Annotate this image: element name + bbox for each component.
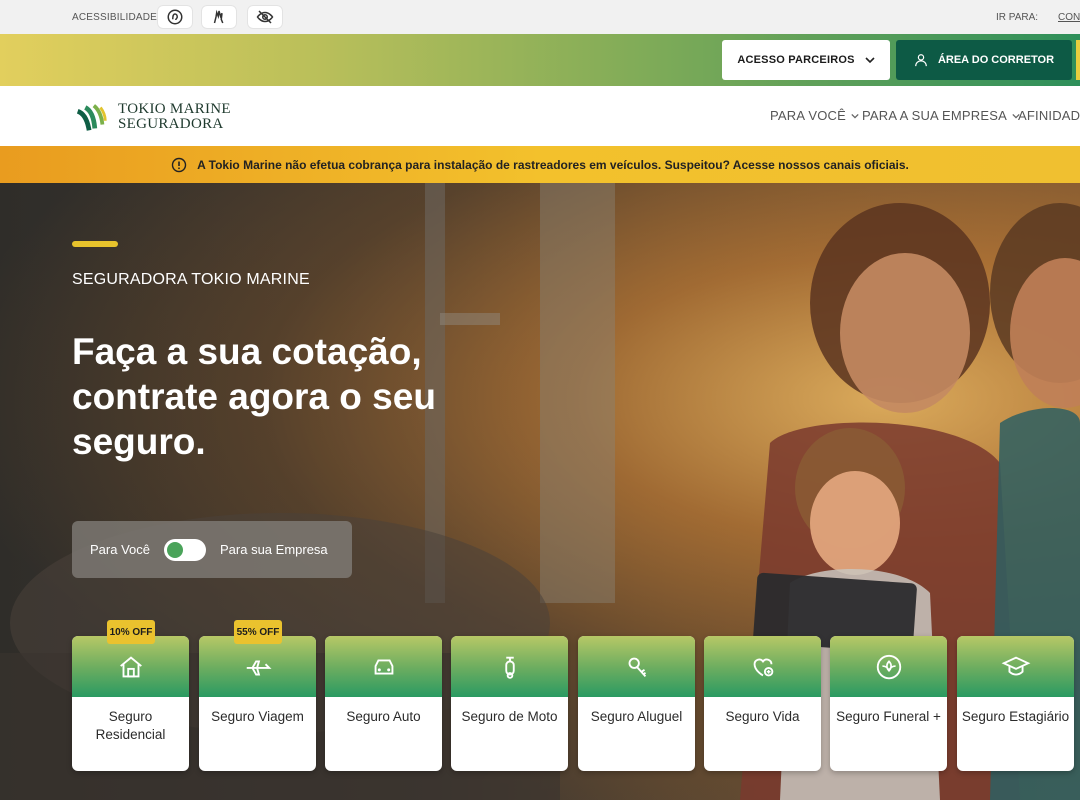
tokio-marine-logo-icon bbox=[73, 99, 109, 135]
hero-accent-bar bbox=[72, 241, 118, 247]
product-card-funeral[interactable]: Seguro Funeral + bbox=[830, 636, 947, 771]
card-label: Seguro Residencial bbox=[95, 709, 166, 742]
nav-item-afinidades[interactable]: AFINIDADES bbox=[1018, 108, 1080, 123]
card-icon-area bbox=[704, 636, 821, 697]
broker-area-button[interactable]: ÁREA DO CORRETOR bbox=[896, 40, 1072, 80]
accessibility-label: ACESSIBILIDADE bbox=[72, 12, 158, 23]
card-icon-area bbox=[451, 636, 568, 697]
sign-language-icon bbox=[213, 9, 224, 24]
card-label: Seguro Auto bbox=[346, 709, 421, 724]
house-icon bbox=[119, 655, 142, 677]
card-icon-area bbox=[830, 636, 947, 697]
card-icon-area bbox=[578, 636, 695, 697]
chevron-down-icon bbox=[851, 113, 859, 119]
logo-line-1: TOKIO MARINE bbox=[118, 101, 231, 117]
heart-plus-icon bbox=[753, 658, 773, 676]
eye-slash-icon bbox=[256, 10, 274, 24]
hero-section: SEGURADORA TOKIO MARINE Faça a sua cotaç… bbox=[0, 183, 1080, 800]
hand-ear-icon bbox=[167, 9, 183, 25]
card-label: Seguro Estagiário bbox=[961, 709, 1070, 724]
nav-item-label: PARA A SUA EMPRESA bbox=[862, 108, 1007, 123]
tokio-marine-logo[interactable]: TOKIO MARINE SEGURADORA bbox=[72, 98, 231, 136]
product-card-moto[interactable]: Seguro de Moto bbox=[451, 636, 568, 771]
discount-badge-residencial: 10% OFF bbox=[107, 620, 155, 644]
security-alert-bar: A Tokio Marine não efetua cobrança para … bbox=[0, 146, 1080, 183]
audience-switch[interactable] bbox=[164, 538, 206, 561]
sign-language-button[interactable] bbox=[201, 5, 237, 29]
skip-to-content-link[interactable]: CONTEÚDO bbox=[1058, 12, 1080, 23]
card-label: Seguro de Moto bbox=[461, 709, 558, 724]
toggle-label-para-voce[interactable]: Para Você bbox=[90, 542, 150, 557]
logo-line-2: SEGURADORA bbox=[118, 116, 224, 132]
skip-to-label: IR PARA: bbox=[996, 12, 1039, 23]
card-label: Seguro Viagem bbox=[211, 709, 304, 724]
partners-access-label: ACESSO PARCEIROS bbox=[737, 54, 855, 66]
nav-item-label: AFINIDADES bbox=[1018, 108, 1080, 123]
high-contrast-button[interactable] bbox=[247, 5, 283, 29]
partner-bar: ACESSO PARCEIROS ÁREA DO CORRETOR bbox=[0, 34, 1080, 86]
product-card-residencial[interactable]: Seguro Residencial bbox=[72, 636, 189, 771]
product-card-estagiario[interactable]: Seguro Estagiário bbox=[957, 636, 1074, 771]
accessibility-bar: ACESSIBILIDADE IR PARA: CONTEÚDO bbox=[0, 0, 1080, 34]
warning-circle-icon bbox=[171, 157, 187, 172]
lotus-icon bbox=[876, 654, 901, 679]
alert-text: A Tokio Marine não efetua cobrança para … bbox=[197, 157, 909, 172]
user-icon bbox=[915, 54, 927, 67]
card-icon-area bbox=[72, 636, 189, 697]
card-icon-area bbox=[199, 636, 316, 697]
card-icon-area bbox=[957, 636, 1074, 697]
hero-kicker: SEGURADORA TOKIO MARINE bbox=[72, 271, 310, 288]
partner-bar-stub bbox=[1076, 40, 1080, 80]
card-label: Seguro Funeral + bbox=[836, 709, 941, 724]
logo-wordmark: TOKIO MARINE SEGURADORA bbox=[118, 102, 231, 132]
audience-toggle: Para Você Para sua Empresa bbox=[72, 521, 352, 578]
discount-badge-viagem: 55% OFF bbox=[234, 620, 282, 644]
broker-area-label: ÁREA DO CORRETOR bbox=[937, 54, 1055, 66]
card-icon-area bbox=[325, 636, 442, 697]
graduation-cap-icon bbox=[1001, 656, 1030, 675]
scooter-icon bbox=[504, 656, 515, 679]
audio-accessibility-button[interactable] bbox=[157, 5, 193, 29]
nav-item-label: PARA VOCÊ bbox=[770, 108, 846, 123]
key-icon bbox=[628, 657, 646, 677]
product-card-aluguel[interactable]: Seguro Aluguel bbox=[578, 636, 695, 771]
toggle-label-para-empresa[interactable]: Para sua Empresa bbox=[220, 542, 328, 557]
partners-access-button[interactable]: ACESSO PARCEIROS bbox=[722, 40, 890, 80]
car-icon bbox=[374, 659, 393, 674]
nav-item-para-empresa[interactable]: PARA A SUA EMPRESA bbox=[862, 108, 1020, 123]
switch-knob bbox=[167, 541, 183, 558]
card-label: Seguro Vida bbox=[725, 709, 800, 724]
product-card-vida[interactable]: Seguro Vida bbox=[704, 636, 821, 771]
nav-item-para-voce[interactable]: PARA VOCÊ bbox=[770, 108, 859, 123]
hero-title: Faça a sua cotação, contrate agora o seu… bbox=[72, 331, 436, 462]
airplane-icon bbox=[246, 659, 272, 675]
chevron-down-icon bbox=[865, 57, 875, 64]
product-card-auto[interactable]: Seguro Auto bbox=[325, 636, 442, 771]
main-navigation: TOKIO MARINE SEGURADORA PARA VOCÊ PARA A… bbox=[0, 86, 1080, 146]
product-card-viagem[interactable]: Seguro Viagem bbox=[199, 636, 316, 771]
card-label: Seguro Aluguel bbox=[590, 709, 683, 724]
